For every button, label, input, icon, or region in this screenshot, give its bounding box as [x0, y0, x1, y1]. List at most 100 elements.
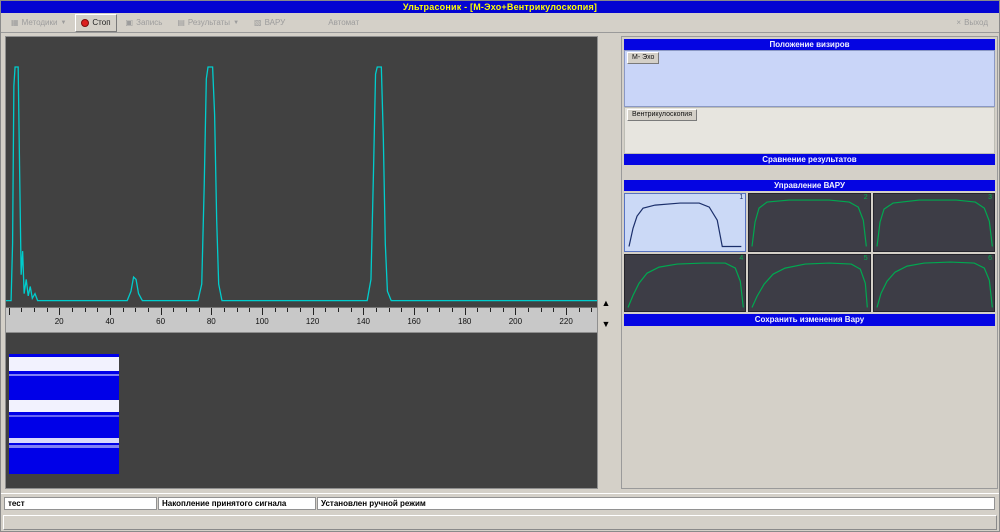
echo-lower-area: [6, 334, 597, 488]
toolbar: ▦ Методики ▼ Стоп ▣ Запись ▤ Результаты …: [1, 13, 999, 33]
methods-button[interactable]: ▦ Методики ▼: [5, 14, 72, 32]
close-icon: ×: [956, 18, 962, 27]
ruler-tick: [109, 308, 111, 315]
ruler-label: 160: [407, 317, 421, 326]
scroll-down-button[interactable]: ▼: [599, 317, 613, 332]
ruler-tick: [591, 308, 593, 312]
ruler-tick: [185, 308, 187, 312]
tgc-grid: 1 2 3 4 5 6: [624, 193, 995, 312]
varu-icon: ▧: [254, 18, 262, 27]
results-button-label: Результаты: [187, 18, 231, 27]
status-cell-mode: Установлен ручной режим: [317, 497, 995, 510]
app-window: Ультрасоник - [М-Эхо+Вентрикулоскопия] ▦…: [0, 0, 1000, 532]
stop-button[interactable]: Стоп: [75, 13, 117, 32]
ruler-tick: [262, 308, 263, 315]
tgc-curve: [751, 261, 869, 308]
ruler-tick: [122, 308, 124, 312]
ruler-tick: [477, 308, 479, 312]
tgc-panel-number: 5: [863, 254, 868, 262]
ruler-tick: [198, 308, 200, 312]
ruler-label: 80: [206, 317, 216, 326]
status-cell-patient: тест: [4, 497, 157, 510]
record-icon: ▣: [125, 18, 134, 27]
ruler-tick: [274, 308, 276, 312]
ruler-tick: [8, 308, 10, 315]
tgc-panel-number: 6: [988, 254, 992, 262]
ruler-tick: [363, 308, 365, 315]
ruler-tick: [312, 308, 314, 315]
ruler-tick: [490, 308, 491, 312]
record-button[interactable]: ▣ Запись: [120, 14, 169, 32]
ruler-tick: [173, 308, 175, 312]
ruler-tick: [540, 308, 542, 312]
stop-button-label: Стоп: [92, 18, 111, 27]
tgc-panel-number: 2: [863, 194, 868, 201]
ruler-tick: [236, 308, 238, 312]
ventriculoscopy-button[interactable]: Вентрикулоскопия: [627, 109, 698, 121]
window-title: Ультрасоник - [М-Эхо+Вентрикулоскопия]: [402, 2, 598, 12]
ruler-tick: [414, 308, 415, 315]
results-button[interactable]: ▤ Результаты ▼: [171, 14, 245, 32]
scroll-up-button[interactable]: ▲: [599, 296, 613, 311]
ruler-label: 200: [508, 317, 523, 326]
ruler-tick: [578, 308, 580, 312]
tgc-panel-3[interactable]: 3: [872, 193, 995, 252]
x-axis-ruler: 20 40 60 80 100 120 140 160 180 200 220: [6, 307, 597, 333]
status-cell-signal: Накопление принятого сигнала: [158, 497, 316, 510]
ruler-tick: [147, 308, 149, 312]
tgc-panel-4[interactable]: 4: [624, 253, 747, 312]
automat-button-label: Автомат: [328, 18, 360, 27]
save-varu-button[interactable]: Сохранить изменения Вару: [624, 314, 995, 326]
ruler-tick: [160, 308, 162, 315]
record-button-label: Запись: [136, 18, 163, 27]
compare-results-button[interactable]: Сравнение результатов: [624, 154, 995, 165]
bmode-stripe: [9, 374, 119, 376]
ruler-tick: [325, 308, 327, 312]
tgc-curve-svg: [876, 199, 993, 247]
ruler-tick: [528, 308, 529, 312]
ruler-tick: [211, 308, 213, 315]
bmode-stripe: [9, 415, 119, 417]
ruler-tick: [388, 308, 390, 312]
ruler-tick: [439, 308, 441, 312]
ruler-tick: [46, 308, 48, 312]
exit-button-label: Выход: [964, 18, 988, 27]
echo-trace: [6, 66, 597, 302]
ruler-tick: [287, 308, 289, 312]
tgc-panel-number: 4: [739, 254, 744, 262]
varu-button[interactable]: ▧ ВАРУ: [248, 14, 291, 32]
mecho-button[interactable]: М- Эхо: [627, 52, 660, 64]
ruler-label: 180: [458, 317, 472, 326]
ruler-tick: [338, 308, 339, 312]
ruler-label: 220: [559, 317, 573, 326]
ruler-label: 140: [356, 317, 370, 326]
ruler-tick: [401, 308, 403, 312]
ruler-tick: [350, 308, 352, 312]
tgc-curve: [628, 202, 742, 248]
ruler-tick: [135, 308, 137, 312]
dropdown-arrow-icon: ▼: [233, 19, 240, 26]
ruler-label: 60: [156, 317, 166, 326]
echo-plot-area[interactable]: [6, 37, 597, 307]
control-panel: Положение визиров М- Эхо Вентрикулоскопи…: [621, 36, 998, 489]
bmode-stripe: [9, 445, 119, 448]
title-bar: Ультрасоник - [М-Эхо+Вентрикулоскопия]: [1, 1, 999, 13]
viziers-header: Положение визиров: [624, 39, 995, 50]
automat-button[interactable]: Автомат: [322, 14, 365, 32]
ruler-tick: [223, 308, 225, 312]
tgc-panel-number: 1: [739, 194, 744, 201]
bmode-image: [9, 354, 119, 474]
tgc-curve: [751, 199, 868, 247]
dropdown-arrow-icon: ▼: [60, 19, 67, 26]
tgc-panel-5[interactable]: 5: [748, 253, 871, 312]
tgc-panel-2[interactable]: 2: [748, 193, 871, 252]
ruler-label: 120: [305, 317, 320, 326]
tgc-curve-svg: [627, 261, 744, 308]
results-icon: ▤: [177, 18, 185, 27]
ruler-label: 40: [105, 317, 115, 326]
bmode-stripe: [9, 400, 119, 412]
tgc-panel-6[interactable]: 6: [872, 253, 995, 312]
ruler-tick: [21, 308, 23, 312]
exit-button[interactable]: × Выход: [950, 14, 994, 32]
tgc-panel-1[interactable]: 1: [624, 193, 747, 252]
